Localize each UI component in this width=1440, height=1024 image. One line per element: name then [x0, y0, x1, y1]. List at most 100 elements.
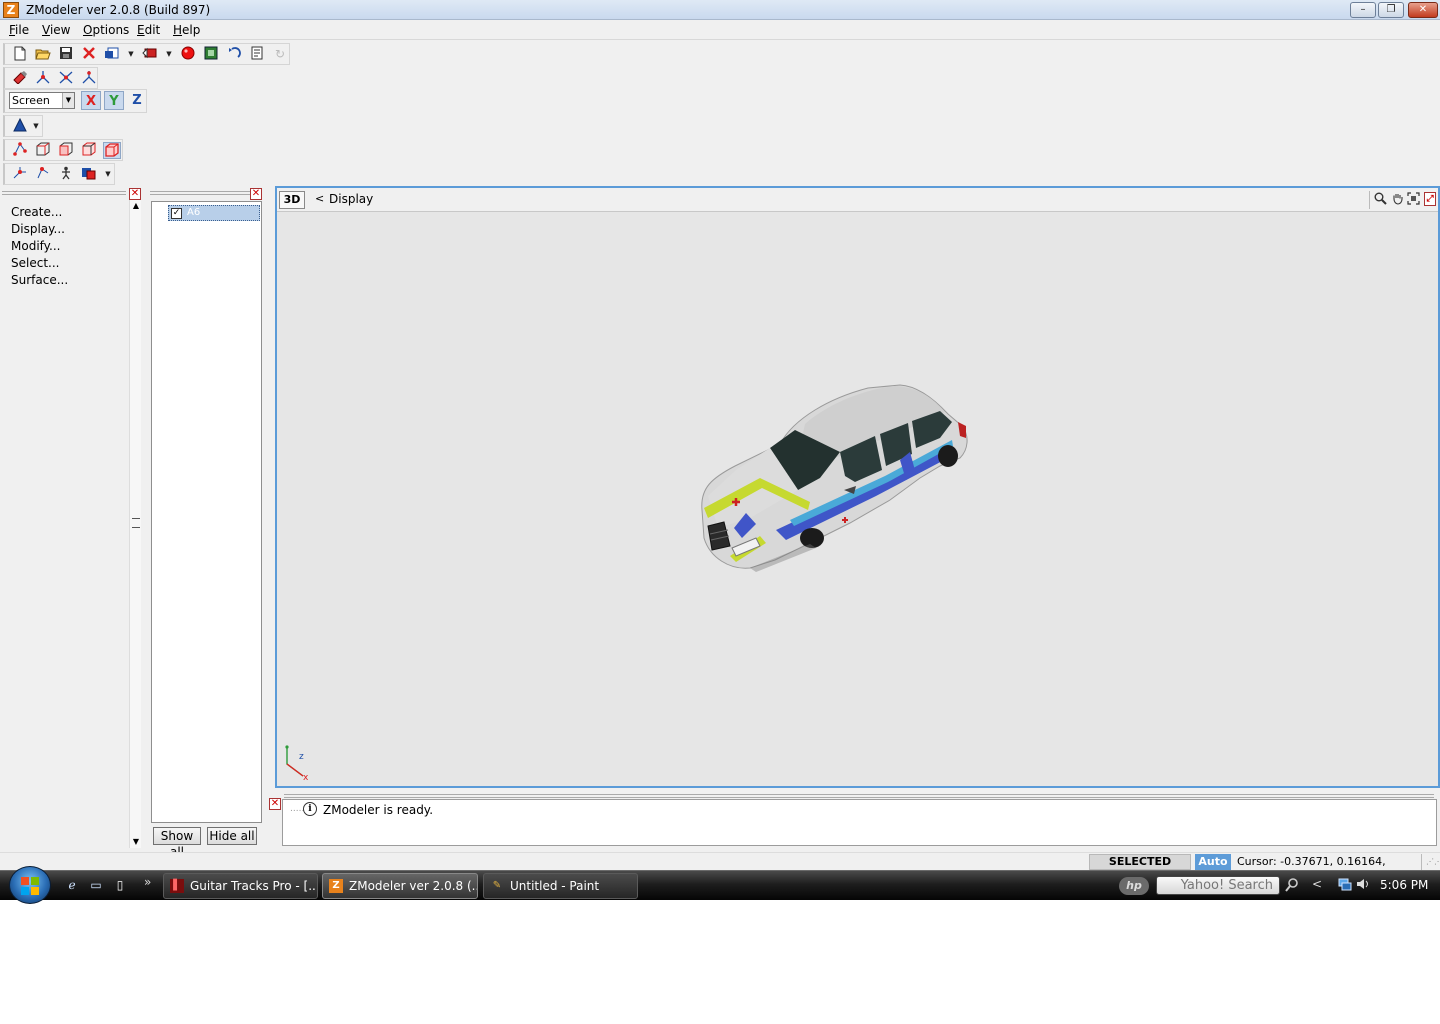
polygon-select-icon[interactable]	[80, 70, 98, 87]
import-dropdown-icon[interactable]: ▼	[127, 46, 135, 63]
axis-gizmo-icon: z x	[285, 745, 309, 780]
viewport-mode-button[interactable]: 3D	[279, 191, 305, 209]
close-icon[interactable]: ✕	[129, 188, 141, 200]
paint-icon: ✎	[492, 880, 502, 891]
command-select[interactable]: Select...	[11, 256, 59, 270]
axis-x-toggle[interactable]: X	[81, 91, 101, 110]
edge-select-icon[interactable]	[57, 70, 75, 87]
object-level-icon[interactable]	[80, 142, 98, 159]
tray-expand-icon[interactable]: <	[1312, 877, 1322, 891]
coordinate-space-select[interactable]: Screen ▼	[9, 92, 75, 109]
menu-file[interactable]: File	[9, 23, 29, 37]
pan-hand-icon[interactable]	[1389, 192, 1405, 208]
hide-all-button[interactable]: Hide all	[207, 827, 257, 845]
export-dropdown-icon[interactable]: ▼	[165, 46, 173, 63]
scroll-up-icon[interactable]: ▲	[130, 200, 142, 212]
document-icon[interactable]: ▯	[112, 877, 128, 893]
figure-tool-icon[interactable]	[57, 166, 75, 183]
command-display[interactable]: Display...	[11, 222, 65, 236]
zoom-icon[interactable]	[1372, 192, 1388, 208]
command-create[interactable]: Create...	[11, 205, 62, 219]
internet-explorer-icon[interactable]: ℯ	[64, 877, 80, 893]
gizmo-x-label: x	[303, 773, 309, 780]
scroll-grip[interactable]	[132, 518, 140, 528]
car-model-render[interactable]	[690, 378, 970, 578]
menu-help[interactable]: Help	[173, 23, 200, 37]
resize-grip-icon[interactable]: ⋰⋰	[1426, 857, 1440, 866]
search-icon[interactable]	[1285, 877, 1301, 895]
close-icon[interactable]: ✕	[250, 188, 262, 200]
modifier-dropdown-icon[interactable]: ▼	[104, 166, 112, 183]
hierarchy-list: ✓ A6	[151, 201, 262, 823]
material-tool-icon[interactable]	[80, 166, 98, 183]
open-file-icon[interactable]	[34, 46, 52, 63]
hierarchy-item-a6[interactable]: ✓ A6	[168, 205, 260, 221]
show-all-button[interactable]: Show all	[153, 827, 201, 859]
face-level-icon[interactable]	[57, 142, 75, 159]
command-modify[interactable]: Modify...	[11, 239, 61, 253]
coordinate-space-value: Screen	[12, 94, 50, 107]
menu-view[interactable]: View	[42, 23, 70, 37]
auto-mode-indicator[interactable]: Auto	[1195, 854, 1231, 870]
move-arrow-icon[interactable]	[11, 117, 29, 135]
title-bar: Z ZModeler ver 2.0.8 (Build 897) – ❐ ✕	[0, 0, 1440, 20]
vertex-select-icon[interactable]	[34, 70, 52, 87]
properties-icon[interactable]	[248, 46, 266, 63]
command-surface[interactable]: Surface...	[11, 273, 68, 287]
cursor-coordinates: Cursor: -0.37671, 0.16164, -1.86144	[1236, 854, 1422, 884]
quick-launch-more-icon[interactable]: »	[144, 875, 151, 889]
viewport-header: 3D < Display ⤢	[277, 188, 1438, 212]
axis-z-toggle[interactable]: Z	[127, 91, 147, 110]
transform-dropdown-icon[interactable]: ▼	[32, 118, 40, 135]
visibility-checkbox[interactable]: ✓	[171, 208, 182, 219]
vertex-weld-icon[interactable]	[34, 166, 52, 183]
modifier-toolbar: ▼	[3, 163, 115, 185]
menu-edit[interactable]: Edit	[137, 23, 160, 37]
taskbar-button-paint[interactable]: ✎ Untitled - Paint	[483, 873, 638, 899]
panel-grip[interactable]	[284, 794, 1434, 798]
network-icon[interactable]	[1337, 877, 1353, 893]
edge-level-icon[interactable]	[34, 142, 52, 159]
minimize-button[interactable]: –	[1350, 2, 1376, 18]
start-button[interactable]	[9, 866, 51, 904]
render-sphere-icon[interactable]	[179, 46, 197, 63]
zmodeler-icon: Z	[329, 879, 343, 893]
system-clock[interactable]: 5:06 PM	[1380, 878, 1428, 892]
panel-grip[interactable]	[2, 191, 126, 195]
hierarchy-item-label: A6	[187, 207, 201, 218]
command-scrollbar[interactable]: ▲ ▼	[129, 200, 141, 848]
yahoo-search-input[interactable]: Yahoo! Search	[1156, 876, 1280, 895]
selection-toolbar	[3, 67, 98, 89]
close-icon[interactable]: ✕	[269, 798, 281, 810]
new-file-icon[interactable]	[11, 46, 29, 63]
3d-viewport[interactable]: 3D < Display ⤢ z x	[275, 186, 1440, 788]
viewport-back-button[interactable]: <	[315, 192, 324, 205]
paint-select-icon[interactable]	[11, 70, 29, 87]
close-window-button[interactable]: ✕	[1408, 2, 1438, 18]
export-icon[interactable]	[141, 46, 159, 63]
taskbar-button-guitar-tracks[interactable]: ▌ Guitar Tracks Pro - [...	[163, 873, 318, 899]
menu-options[interactable]: Options	[83, 23, 129, 37]
texture-icon[interactable]	[202, 46, 220, 63]
axis-y-toggle[interactable]: Y	[104, 91, 124, 110]
redo-icon[interactable]: ↻	[271, 46, 289, 63]
show-desktop-icon[interactable]: ▭	[88, 877, 104, 893]
gizmo-z-label: z	[299, 752, 304, 762]
pivot-tool-icon[interactable]	[11, 166, 29, 183]
restore-button[interactable]: ❐	[1378, 2, 1404, 18]
volume-icon[interactable]	[1355, 877, 1371, 893]
taskbar-button-zmodeler[interactable]: Z ZModeler ver 2.0.8 (...	[322, 873, 478, 899]
scroll-down-icon[interactable]: ▼	[130, 836, 142, 848]
viewport-maximize-icon[interactable]: ⤢	[1424, 192, 1436, 206]
vertex-level-icon[interactable]	[11, 142, 29, 159]
hp-logo[interactable]: hp	[1119, 877, 1149, 895]
selection-mode-indicator[interactable]: SELECTED MODE	[1089, 854, 1191, 882]
save-icon[interactable]	[57, 46, 75, 63]
delete-icon[interactable]	[80, 46, 98, 63]
zoom-extents-icon[interactable]	[1405, 192, 1421, 208]
panel-grip[interactable]	[150, 191, 250, 195]
model-level-icon[interactable]	[103, 142, 121, 159]
import-icon[interactable]	[103, 46, 121, 63]
undo-icon[interactable]	[225, 46, 243, 63]
zmodeler-app-icon[interactable]: Z	[3, 2, 19, 18]
